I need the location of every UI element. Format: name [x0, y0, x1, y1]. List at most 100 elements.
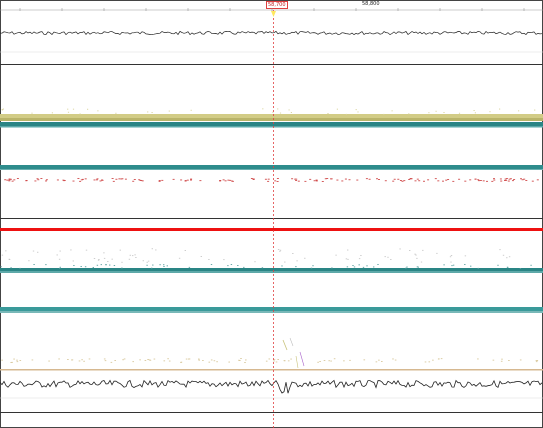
track-speck — [390, 259, 392, 260]
track-speck — [99, 180, 102, 182]
track-speck — [275, 361, 278, 363]
track-speck — [452, 264, 455, 266]
track-speck — [449, 256, 452, 258]
track-speck — [103, 257, 106, 259]
genome-track-viewer[interactable]: 58,700 58,800 — [0, 0, 543, 428]
track-speck — [348, 179, 351, 181]
track-speck — [77, 178, 80, 179]
track-speck — [230, 264, 233, 265]
track-speck — [146, 261, 148, 263]
track-speck — [188, 266, 191, 268]
track-speck — [152, 264, 154, 266]
track-speck — [81, 359, 83, 361]
track-speck — [531, 180, 534, 182]
track-speck — [417, 266, 419, 268]
track-speck — [362, 266, 365, 268]
tracks-canvas[interactable] — [0, 0, 543, 428]
track-speck — [151, 112, 153, 113]
track-speck — [139, 359, 141, 361]
track-speck — [8, 178, 11, 180]
track-speck — [447, 179, 450, 180]
cursor-marker-icon — [271, 11, 276, 17]
track-speck — [109, 264, 111, 266]
ruler-ticks — [19, 8, 525, 11]
track-speck — [1, 109, 4, 111]
track-speck — [56, 254, 58, 256]
track-speck — [72, 180, 75, 182]
track-speck — [327, 113, 329, 114]
track-speck — [153, 358, 156, 360]
track-speck — [120, 178, 123, 180]
track-speck — [387, 256, 389, 258]
track-speck — [392, 180, 395, 182]
track-speck — [310, 267, 313, 269]
dots-red-track — [4, 178, 539, 182]
track-speck — [132, 180, 135, 182]
track-speck — [88, 358, 91, 360]
track-speck — [2, 108, 4, 110]
track-speck — [277, 359, 279, 360]
track-speck — [501, 358, 503, 360]
track-speck — [72, 260, 74, 262]
track-speck — [353, 266, 356, 268]
track-speck — [67, 359, 69, 360]
track-speck — [210, 359, 213, 361]
track-speck — [394, 359, 397, 361]
track-speck — [122, 359, 124, 361]
track-speck — [254, 261, 256, 263]
track-speck — [5, 250, 7, 252]
track-speck — [244, 362, 246, 363]
track-speck — [499, 108, 501, 110]
track-speck — [366, 265, 368, 267]
track-speck — [331, 267, 333, 269]
band-teal-4 — [0, 307, 543, 311]
track-speck — [309, 178, 312, 180]
track-speck — [158, 180, 161, 181]
track-speck — [147, 260, 150, 262]
track-speck — [198, 359, 200, 361]
track-speck — [435, 110, 437, 112]
track-speck — [11, 180, 14, 182]
track-speck — [437, 180, 440, 182]
track-speck — [161, 179, 164, 181]
track-speck — [166, 265, 168, 267]
track-speck — [208, 361, 211, 363]
track-speck — [477, 179, 480, 181]
track-speck — [434, 178, 437, 180]
track-speck — [19, 360, 22, 361]
track-speck — [415, 254, 417, 256]
track-speck — [442, 180, 444, 182]
track-speck — [497, 264, 499, 266]
track-speck — [245, 359, 247, 361]
track-speck — [240, 358, 242, 359]
track-speck — [132, 255, 134, 257]
band-teal-2-edge — [0, 169, 543, 170]
track-speck — [287, 360, 290, 362]
track-speck — [0, 266, 2, 268]
track-speck — [451, 265, 453, 267]
track-speck — [59, 267, 61, 269]
track-speck — [408, 113, 410, 115]
track-speck — [48, 360, 50, 362]
track-speck — [142, 260, 144, 262]
track-speck — [227, 265, 229, 267]
track-speck — [78, 360, 81, 362]
track-speck — [384, 256, 386, 258]
track-speck — [469, 179, 472, 181]
track-speck — [72, 108, 75, 110]
track-speck — [445, 179, 448, 181]
track-speck — [199, 180, 202, 182]
track-speck — [291, 178, 294, 180]
track-speck — [83, 360, 85, 362]
track-speck — [315, 180, 318, 182]
track-speck — [347, 249, 349, 251]
track-speck — [124, 178, 127, 180]
track-speck — [178, 257, 181, 259]
track-speck — [345, 258, 348, 260]
track-speck — [213, 360, 216, 362]
track-speck — [147, 359, 149, 360]
track-speck — [267, 178, 270, 180]
track-speck — [290, 112, 292, 113]
track-speck — [40, 178, 43, 179]
track-speck — [341, 180, 344, 182]
